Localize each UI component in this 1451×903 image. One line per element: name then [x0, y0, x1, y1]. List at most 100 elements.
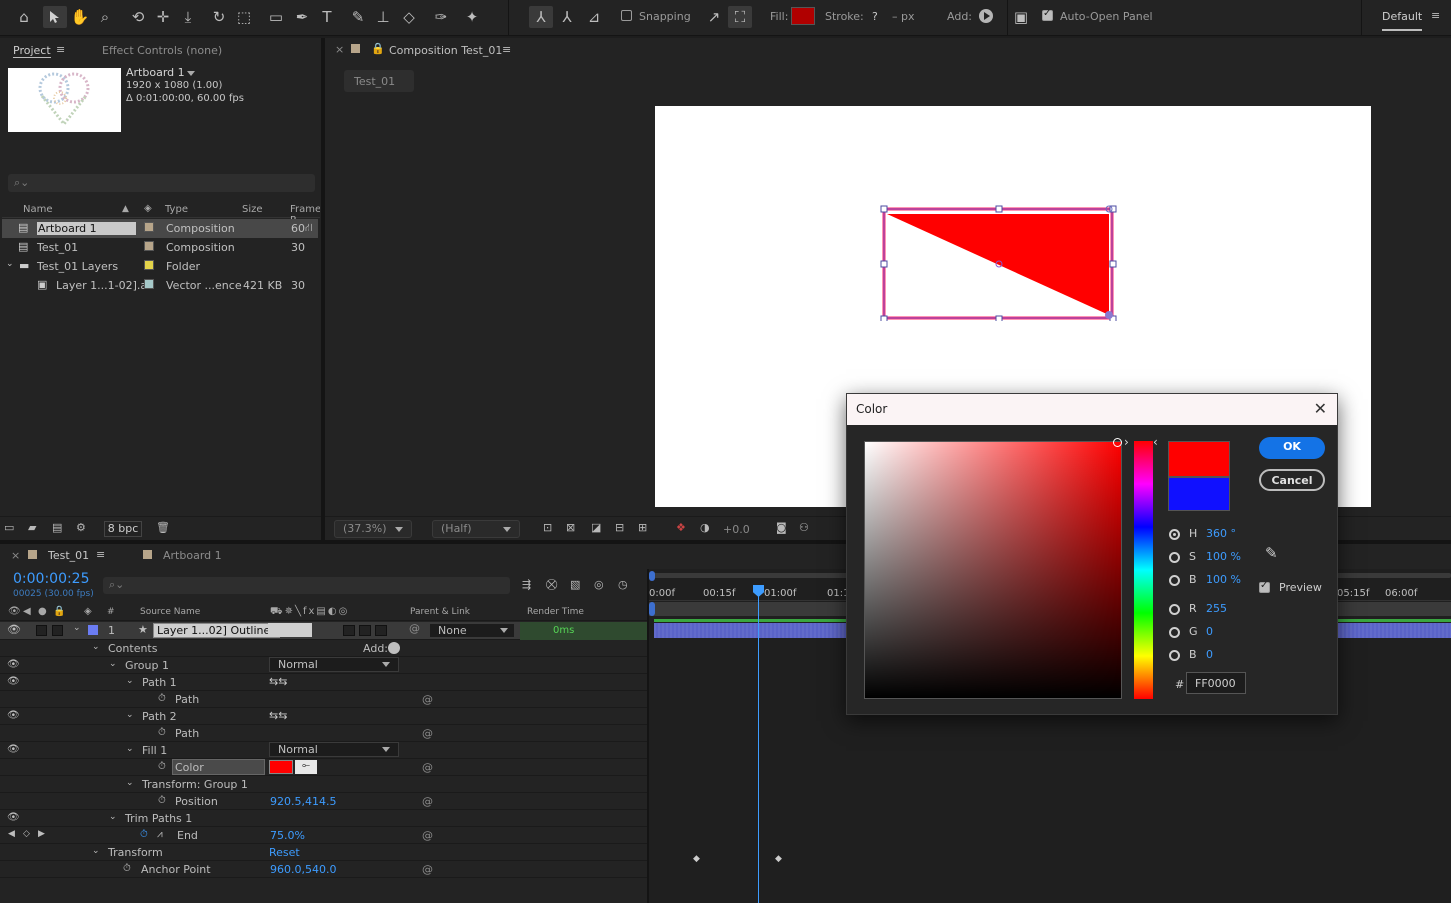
snap-edge-icon[interactable]: ↗ — [702, 6, 726, 28]
dolly-camera-icon[interactable]: ⤓ — [176, 6, 200, 28]
mask-visibility-icon[interactable]: ◪ — [591, 521, 601, 534]
show-snapshot-icon[interactable]: ⚇ — [799, 521, 809, 534]
close-icon[interactable]: × — [11, 549, 20, 562]
tab-composition[interactable]: Composition Test_01 — [389, 44, 502, 57]
close-icon[interactable]: × — [335, 43, 344, 56]
prop-row[interactable]: 👁 ⌄ Trim Paths 1 — [0, 810, 647, 827]
panel-toggle-icon[interactable]: ▣ — [1009, 6, 1033, 28]
col-name[interactable]: Name — [23, 204, 53, 215]
work-area-start-handle[interactable] — [649, 602, 655, 616]
position-value[interactable]: 920.5,414.5 — [270, 795, 336, 808]
pen-tool-icon[interactable]: ✒ — [290, 6, 314, 28]
prop-row[interactable]: 👁 ⌄ Path 2 ⇆⇆ — [0, 708, 647, 725]
timeline-search-input[interactable]: ⌕⌄ — [103, 577, 510, 594]
snapping-toggle[interactable]: Snapping — [621, 10, 691, 23]
pan-camera-icon[interactable]: ✛ — [151, 6, 175, 28]
red-value[interactable]: 255 — [1206, 602, 1227, 615]
hue-slider-left-arrow[interactable]: › — [1124, 435, 1129, 449]
axis-local-icon[interactable]: ⅄ — [529, 6, 553, 28]
chevron-down-icon[interactable]: ⌄ — [126, 710, 134, 720]
fill-color-swatch[interactable] — [791, 7, 815, 25]
current-time-indicator[interactable] — [758, 585, 759, 903]
chevron-down-icon[interactable]: ⌄ — [6, 259, 14, 269]
expression-pick-whip-icon[interactable]: @ — [422, 727, 433, 740]
prop-row[interactable]: ⏱ Path @ — [0, 691, 647, 708]
col-parent-link[interactable]: Parent & Link — [410, 607, 470, 617]
comp-mini-flowchart-icon[interactable]: ⇶ — [522, 578, 531, 591]
prop-row[interactable]: 👁 ⌄ Path 1 ⇆⇆ — [0, 674, 647, 691]
region-of-interest-icon[interactable]: ⊡ — [543, 521, 552, 534]
brightness-radio[interactable] — [1169, 575, 1180, 586]
current-timecode[interactable]: 0:00:00:25 — [13, 571, 90, 587]
sort-ascending-icon[interactable]: ▲ — [122, 204, 129, 214]
close-icon[interactable]: ✕ — [1314, 399, 1327, 418]
hue-radio[interactable] — [1169, 529, 1180, 540]
chevron-down-icon[interactable]: ⌄ — [109, 812, 117, 822]
auto-open-checkbox[interactable] — [1042, 8, 1053, 21]
blend-mode-dropdown[interactable]: Normal — [269, 657, 399, 672]
switch-box[interactable] — [359, 625, 371, 636]
label-swatch[interactable] — [144, 241, 154, 251]
exposure-value[interactable]: +0.0 — [723, 523, 750, 536]
comp-menu-icon[interactable]: ≡ — [502, 43, 511, 56]
rotation-tool-icon[interactable]: ↻ — [207, 6, 231, 28]
new-folder-icon[interactable]: ▰ — [28, 521, 36, 534]
keyframe-diamond[interactable]: ◆ — [693, 854, 700, 864]
prev-keyframe-icon[interactable]: ◀ — [8, 829, 15, 839]
eye-icon[interactable]: 👁 — [7, 676, 20, 687]
workspace-menu-icon[interactable]: ≡ — [1431, 9, 1440, 22]
label-tag-icon[interactable]: ◈ — [144, 203, 152, 214]
chevron-down-icon[interactable]: ⌄ — [92, 846, 100, 856]
prop-row[interactable]: ⏱ Color ⟜ @ — [0, 759, 647, 776]
layer-name[interactable]: Layer 1...02] Outlines — [153, 623, 280, 638]
lock-icon[interactable]: 🔒 — [371, 42, 385, 55]
stopwatch-icon[interactable]: ⏱ — [158, 727, 166, 738]
project-search-input[interactable]: ⌕⌄ — [8, 174, 315, 192]
eye-icon[interactable]: 👁 — [7, 812, 20, 823]
anchor-value[interactable]: 960.0,540.0 — [270, 863, 336, 876]
eye-icon[interactable]: 👁 — [7, 744, 20, 755]
selection-tool-icon[interactable] — [43, 6, 67, 28]
flowchart-icon[interactable]: ⛙ — [305, 221, 313, 236]
tab-project[interactable]: Project — [13, 44, 51, 58]
label-tag-icon[interactable]: ◈ — [84, 606, 92, 617]
prop-color[interactable]: Color — [175, 761, 204, 774]
hex-input[interactable]: FF0000 — [1186, 672, 1246, 694]
trash-icon[interactable]: 🗑 — [156, 521, 170, 534]
video-toggle-icon[interactable]: 👁 — [8, 606, 21, 617]
expression-pick-whip-icon[interactable]: @ — [422, 761, 433, 774]
eyedropper-icon[interactable]: ✎ — [1265, 544, 1278, 562]
chevron-down-icon[interactable]: ⌄ — [109, 659, 117, 669]
frame-blending-icon[interactable]: ◎ — [594, 578, 604, 591]
puppet-tool-icon[interactable]: ✦ — [460, 6, 484, 28]
solo-toggle[interactable] — [52, 625, 63, 636]
prop-row[interactable]: ⏱ Path @ — [0, 725, 647, 742]
switch-box[interactable] — [375, 625, 387, 636]
home-icon[interactable]: ⌂ — [12, 6, 36, 28]
fill-mode-dropdown[interactable]: Normal — [269, 742, 399, 757]
eye-icon[interactable]: 👁 — [7, 710, 20, 721]
draft-3d-icon[interactable]: ⛒ — [546, 578, 557, 592]
path-direction-icon[interactable]: ⇆⇆ — [269, 675, 287, 688]
hide-shy-layers-icon[interactable]: ▧ — [570, 578, 580, 591]
color-picker-handle[interactable] — [1113, 438, 1122, 447]
orbit-camera-icon[interactable]: ⟲ — [126, 6, 150, 28]
expression-pick-whip-icon[interactable]: @ — [422, 863, 433, 876]
motion-blur-icon[interactable]: ◷ — [618, 578, 628, 591]
add-button[interactable] — [979, 9, 993, 23]
snapping-checkbox[interactable] — [621, 10, 632, 21]
graph-icon[interactable]: ⩘ — [157, 829, 163, 840]
grid-icon[interactable]: ⊞ — [638, 521, 647, 534]
stroke-value[interactable]: ? — [872, 10, 878, 23]
add-content-button[interactable] — [388, 642, 400, 654]
comp-subtab[interactable]: Test_01 — [344, 70, 414, 92]
pan-behind-tool-icon[interactable]: ⬚ — [232, 6, 256, 28]
eraser-tool-icon[interactable]: ◇ — [397, 6, 421, 28]
prop-row[interactable]: ◀ ◇ ▶ ⏱ ⩘ End 75.0% @ — [0, 827, 647, 844]
clone-stamp-tool-icon[interactable]: ⊥ — [371, 6, 395, 28]
red-radio[interactable] — [1169, 604, 1180, 615]
end-value[interactable]: 75.0% — [270, 829, 305, 842]
tab-effect-controls[interactable]: Effect Controls (none) — [102, 44, 222, 57]
keyframe-diamond[interactable]: ◆ — [775, 854, 782, 864]
snap-grid-icon[interactable]: ⛶ — [728, 6, 752, 28]
